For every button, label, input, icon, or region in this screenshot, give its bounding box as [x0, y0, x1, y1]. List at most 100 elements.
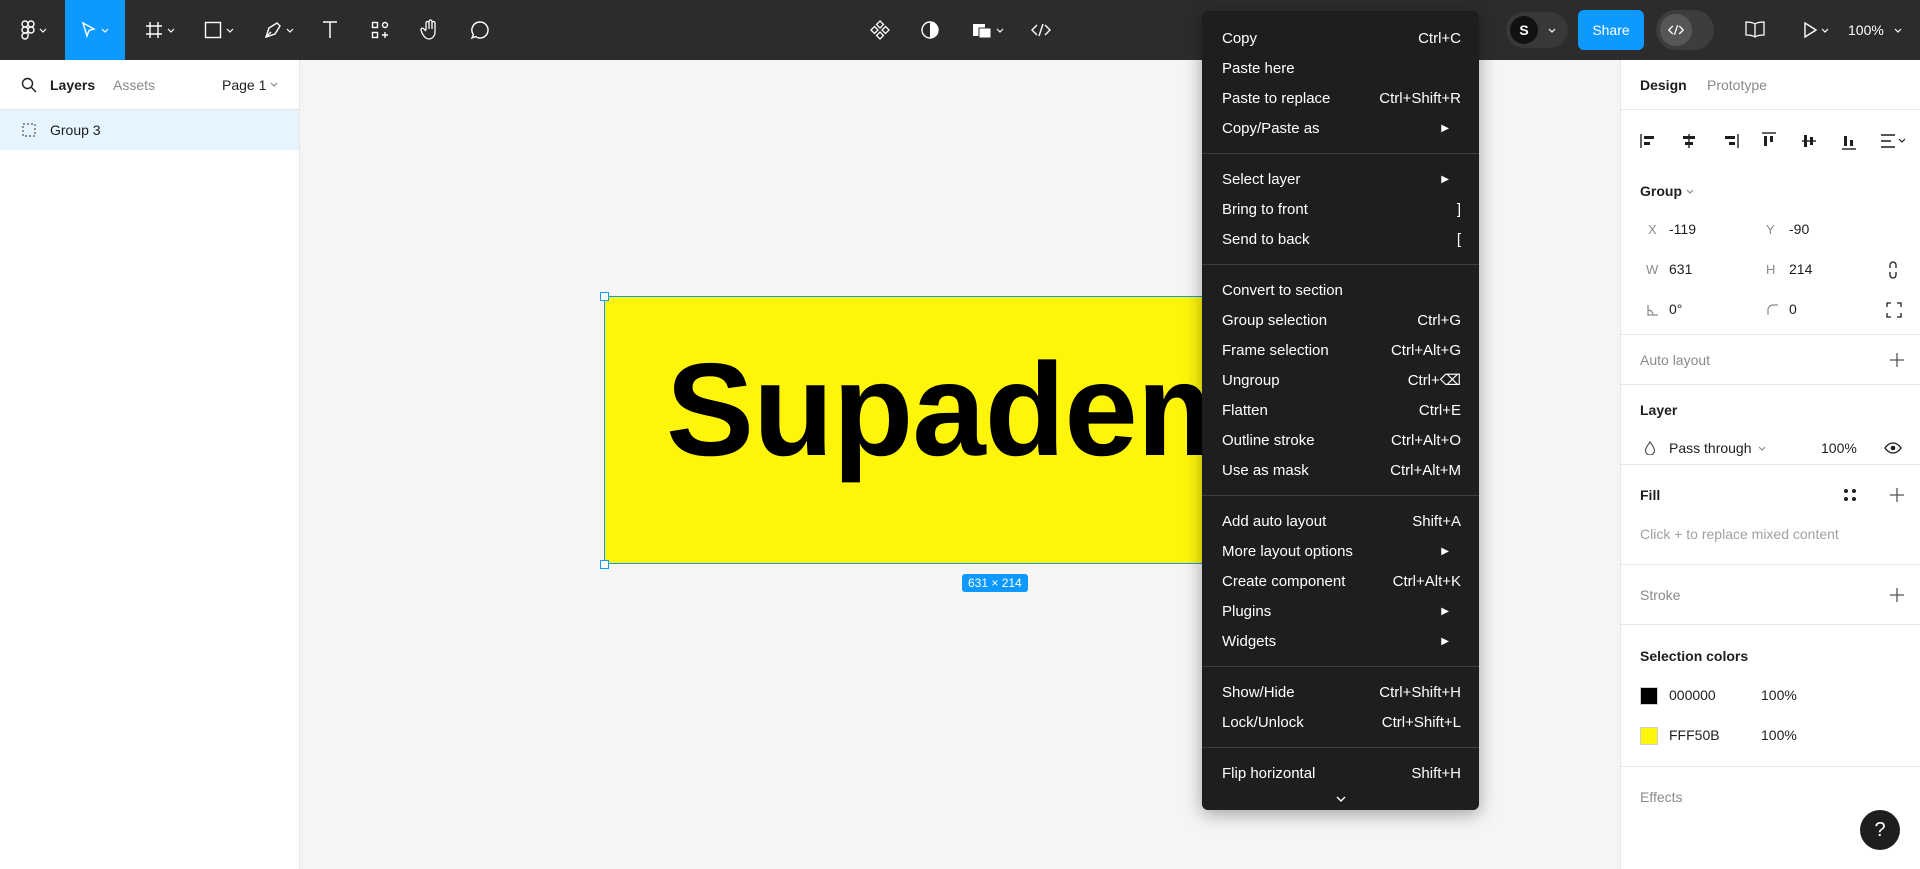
menu-item-group-selection[interactable]: Group selection Ctrl+G	[1202, 305, 1479, 335]
color-opacity-1[interactable]: 100%	[1761, 727, 1797, 743]
add-auto-layout-icon[interactable]	[1889, 352, 1905, 368]
move-tool-button[interactable]	[65, 0, 125, 60]
menu-item-lock-unlock[interactable]: Lock/Unlock Ctrl+Shift+L	[1202, 707, 1479, 737]
tab-assets[interactable]: Assets	[113, 77, 155, 93]
dev-mode-toggle[interactable]	[1656, 10, 1714, 50]
add-fill-icon[interactable]	[1889, 487, 1905, 503]
constrain-proportions-icon[interactable]	[1887, 261, 1899, 279]
search-icon[interactable]	[21, 77, 37, 93]
group-title-label: Group	[1640, 183, 1682, 199]
color-swatch-black[interactable]	[1640, 687, 1658, 705]
tab-design[interactable]: Design	[1640, 77, 1687, 93]
menu-item-paste-to-replace[interactable]: Paste to replace Ctrl+Shift+R	[1202, 83, 1479, 113]
align-center-h-button[interactable]	[1678, 130, 1700, 152]
auto-layout-title: Auto layout	[1640, 352, 1711, 368]
stroke-title: Stroke	[1640, 587, 1681, 603]
text-tool-button[interactable]	[316, 0, 344, 60]
page-selector[interactable]: Page 1	[222, 77, 278, 93]
height-input[interactable]: 214	[1789, 261, 1812, 277]
menu-item-use-as-mask[interactable]: Use as mask Ctrl+Alt+M	[1202, 455, 1479, 485]
menu-item-shortcut: Ctrl+Alt+K	[1392, 572, 1461, 590]
share-button[interactable]: Share	[1578, 10, 1644, 50]
align-top-button[interactable]	[1758, 130, 1780, 152]
menu-item-outline-stroke[interactable]: Outline stroke Ctrl+Alt+O	[1202, 425, 1479, 455]
hand-tool-button[interactable]	[416, 0, 444, 60]
menu-items: Copy Ctrl+C Paste here Paste to replace Ctrl…	[1202, 23, 1479, 788]
zoom-level[interactable]: 100%	[1848, 0, 1884, 60]
rotation-input[interactable]: 0°	[1669, 301, 1682, 317]
color-swatch-yellow[interactable]	[1640, 727, 1658, 745]
chevron-down-icon	[1821, 28, 1829, 33]
component-button[interactable]	[866, 0, 894, 60]
chevron-down-icon	[1336, 796, 1345, 802]
menu-item-copy-paste-as[interactable]: Copy/Paste as ▶	[1202, 113, 1479, 143]
menu-item-paste-here[interactable]: Paste here	[1202, 53, 1479, 83]
color-hex-0[interactable]: 000000	[1669, 687, 1716, 703]
y-input[interactable]: -90	[1789, 221, 1809, 237]
align-right-button[interactable]	[1719, 130, 1741, 152]
menu-item-ungroup[interactable]: Ungroup Ctrl+⌫	[1202, 365, 1479, 395]
menu-scroll-down[interactable]	[1202, 790, 1479, 808]
x-label: X	[1648, 222, 1657, 237]
menu-item-copy[interactable]: Copy Ctrl+C	[1202, 23, 1479, 53]
menu-divider	[1202, 747, 1479, 748]
menu-item-select-layer[interactable]: Select layer ▶	[1202, 164, 1479, 194]
blend-mode-label: Pass through	[1669, 440, 1752, 456]
comment-tool-button[interactable]	[466, 0, 494, 60]
resize-handle-top-left[interactable]	[600, 292, 609, 301]
radius-input[interactable]: 0	[1789, 301, 1797, 317]
main-menu-button[interactable]	[14, 0, 54, 60]
present-button[interactable]	[1796, 0, 1836, 60]
menu-item-send-to-back[interactable]: Send to back [	[1202, 224, 1479, 254]
distribute-button[interactable]	[1878, 130, 1908, 152]
menu-item-shortcut: Ctrl+C	[1418, 29, 1461, 47]
menu-item-widgets[interactable]: Widgets ▶	[1202, 626, 1479, 656]
menu-item-shortcut: Ctrl+Shift+R	[1379, 89, 1461, 107]
boolean-ops-button[interactable]	[966, 0, 1010, 60]
group-title[interactable]: Group	[1640, 183, 1694, 199]
menu-item-frame-selection[interactable]: Frame selection Ctrl+Alt+G	[1202, 335, 1479, 365]
layer-title: Layer	[1640, 402, 1678, 418]
style-grid-icon[interactable]	[1843, 488, 1857, 502]
blend-mode-select[interactable]: Pass through	[1669, 440, 1766, 456]
tab-prototype[interactable]: Prototype	[1707, 77, 1767, 93]
menu-item-show-hide[interactable]: Show/Hide Ctrl+Shift+H	[1202, 677, 1479, 707]
multiplayer-avatar[interactable]: S	[1506, 12, 1568, 48]
blend-drop-icon	[1644, 441, 1656, 455]
help-button[interactable]: ?	[1860, 810, 1900, 850]
width-input[interactable]: 631	[1669, 261, 1692, 277]
menu-item-convert-to-section[interactable]: Convert to section	[1202, 275, 1479, 305]
size-badge: 631 × 214	[962, 574, 1028, 592]
eye-icon[interactable]	[1884, 442, 1902, 454]
menu-item-label: Copy	[1222, 29, 1258, 47]
layer-opacity-input[interactable]: 100%	[1821, 440, 1857, 456]
library-button[interactable]	[1740, 0, 1770, 60]
color-hex-1[interactable]: FFF50B	[1669, 727, 1720, 743]
independent-corners-icon[interactable]	[1886, 302, 1902, 318]
shape-tool-button[interactable]	[198, 0, 240, 60]
frame-tool-button[interactable]	[140, 0, 180, 60]
menu-item-create-component[interactable]: Create component Ctrl+Alt+K	[1202, 566, 1479, 596]
menu-item-add-auto-layout[interactable]: Add auto layout Shift+A	[1202, 506, 1479, 536]
layer-row[interactable]: Group 3	[0, 110, 299, 150]
x-input[interactable]: -119	[1669, 221, 1696, 237]
menu-item-plugins[interactable]: Plugins ▶	[1202, 596, 1479, 626]
resources-tool-button[interactable]	[366, 0, 394, 60]
mask-button[interactable]	[916, 0, 944, 60]
color-opacity-0[interactable]: 100%	[1761, 687, 1797, 703]
align-left-button[interactable]	[1638, 130, 1660, 152]
menu-item-label: Create component	[1222, 572, 1346, 590]
menu-item-flatten[interactable]: Flatten Ctrl+E	[1202, 395, 1479, 425]
add-stroke-icon[interactable]	[1889, 587, 1905, 603]
menu-item-bring-to-front[interactable]: Bring to front]	[1202, 194, 1479, 224]
menu-item-more-layout-options[interactable]: More layout options ▶	[1202, 536, 1479, 566]
resize-handle-bottom-left[interactable]	[600, 560, 609, 569]
align-bottom-button[interactable]	[1838, 130, 1860, 152]
code-button[interactable]	[1027, 0, 1055, 60]
pen-tool-button[interactable]	[258, 0, 300, 60]
align-center-v-button[interactable]	[1798, 130, 1820, 152]
chevron-down-icon	[101, 28, 109, 33]
group-section: Group X -119 Y -90 W 631 H 214 0° 0	[1621, 160, 1920, 335]
menu-item-flip-horizontal[interactable]: Flip horizontal Shift+H	[1202, 758, 1479, 788]
tab-layers[interactable]: Layers	[50, 77, 95, 93]
